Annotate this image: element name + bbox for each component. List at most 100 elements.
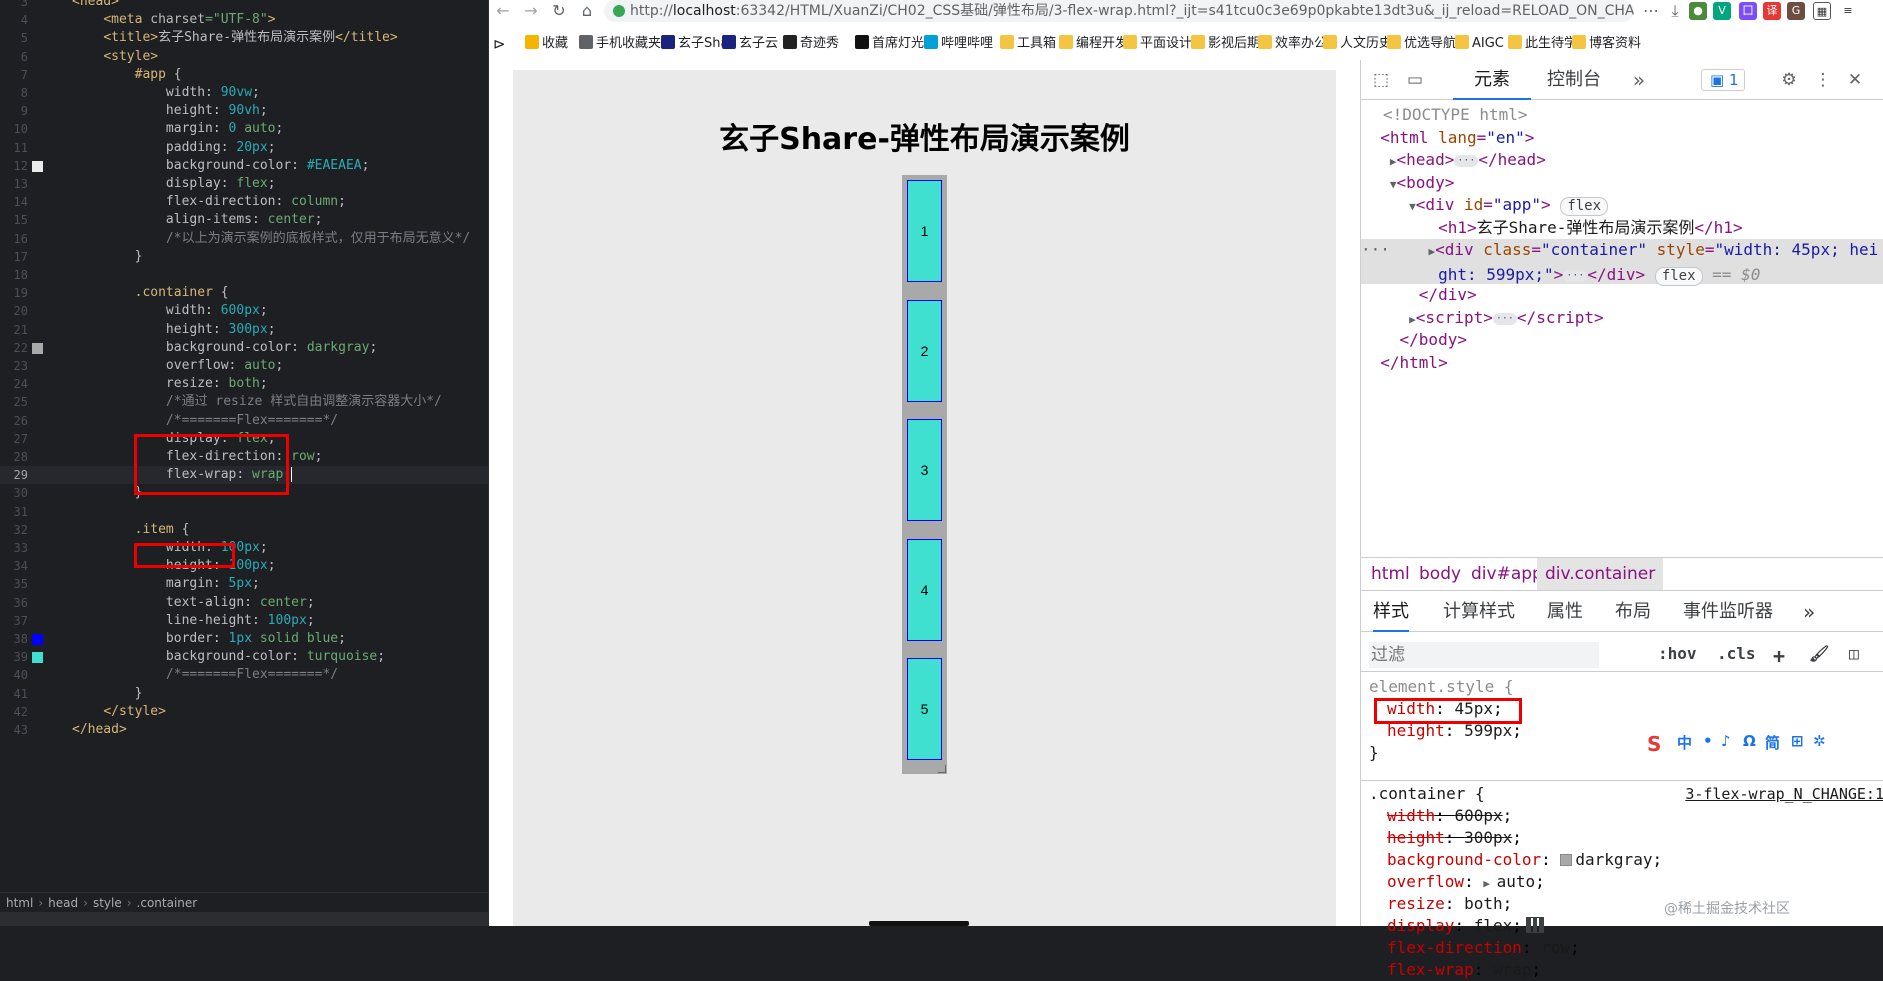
home-icon[interactable]: ⌂ — [575, 0, 599, 24]
crumb-html[interactable]: html — [1363, 558, 1418, 590]
tab-event-listeners[interactable]: 事件监听器 — [1683, 592, 1773, 632]
code-line[interactable]: 42 </style> — [0, 703, 488, 721]
code-line[interactable]: 7 #app { — [0, 66, 488, 84]
code-line[interactable]: 33 width: 100px; — [0, 539, 488, 557]
extension-red-icon[interactable]: 译 — [1763, 2, 1781, 20]
extension-globe-icon[interactable]: ● — [1689, 2, 1707, 20]
extension-purple-icon[interactable]: 囗 — [1739, 2, 1757, 20]
bookmark-link[interactable]: 哔哩哔哩 — [924, 32, 993, 56]
code-line[interactable]: 40 /*=======Flex=======*/ — [0, 666, 488, 684]
back-icon[interactable]: ← — [491, 0, 515, 24]
ime-mic-icon[interactable]: ♪ — [1721, 732, 1731, 750]
code-line[interactable]: 41 } — [0, 685, 488, 703]
extension-grid-icon[interactable]: ▦ — [1813, 2, 1831, 20]
css-declaration[interactable]: background-color: darkgray; — [1361, 849, 1883, 871]
device-toolbar-icon[interactable]: ▭ — [1405, 70, 1425, 90]
new-rule-icon[interactable]: + — [1773, 644, 1785, 668]
tab-console[interactable]: 控制台 — [1547, 60, 1601, 100]
styles-filter-input[interactable] — [1369, 642, 1599, 668]
bookmark-folder[interactable]: 影视后期 — [1191, 32, 1260, 56]
more-tabs-icon[interactable]: » — [1629, 70, 1649, 90]
code-line[interactable]: 16 /*以上为演示案例的底板样式，仅用于布局无意义*/ — [0, 230, 488, 248]
address-bar[interactable]: http://localhost:63342/HTML/XuanZi/CH02_… — [604, 0, 1634, 22]
bookmark-link[interactable]: 收藏 — [525, 32, 568, 56]
bookmark-link[interactable]: 手机收藏夹 — [579, 32, 661, 56]
editor-breadcrumb-item[interactable]: style — [93, 896, 122, 910]
dom-head[interactable]: ▶<head> ··· </head> — [1361, 149, 1883, 172]
more-tabs-icon[interactable]: » — [1803, 592, 1815, 632]
code-line[interactable]: 8 width: 90vw; — [0, 84, 488, 102]
dom-container-selected[interactable]: ··· ▶<div class="container" style="width… — [1361, 239, 1883, 286]
tab-layout[interactable]: 布局 — [1615, 592, 1651, 632]
css-declaration[interactable]: height: 300px; — [1361, 827, 1883, 849]
color-swatch-icon[interactable] — [32, 652, 43, 664]
editor-breadcrumb-item[interactable]: head — [48, 896, 78, 910]
css-declaration[interactable]: width: 600px; — [1361, 805, 1883, 827]
color-swatch-icon[interactable] — [32, 634, 43, 645]
toggle-sidebar-icon[interactable]: ◫ — [1849, 644, 1859, 663]
bookmark-folder[interactable]: 优选导航 — [1387, 32, 1456, 56]
ime-grid-icon[interactable]: ⊞ — [1791, 732, 1804, 750]
issues-badge[interactable]: ▣ 1 — [1701, 69, 1745, 91]
dom-app-close[interactable]: </div> — [1361, 284, 1883, 307]
bookmark-link[interactable]: 玄子Sha — [661, 32, 728, 56]
code-line[interactable]: 19 .container { — [0, 284, 488, 302]
ime-simplified-icon[interactable]: 简 — [1765, 732, 1780, 753]
css-declaration[interactable]: overflow: ▶ auto; — [1361, 871, 1883, 893]
code-line[interactable]: 6 <style> — [0, 48, 488, 66]
resize-handle-icon[interactable] — [938, 765, 946, 773]
code-line[interactable]: 37 line-height: 100px; — [0, 612, 488, 630]
crumb-container[interactable]: div.container — [1537, 558, 1664, 590]
color-swatch-icon[interactable] — [32, 160, 43, 172]
bookmark-folder[interactable]: 工具箱 — [1000, 32, 1056, 56]
dom-tree[interactable]: <!DOCTYPE html> <html lang="en"> ▶<head>… — [1361, 104, 1883, 544]
color-swatch-icon[interactable] — [32, 342, 43, 354]
code-line[interactable]: 14 flex-direction: column; — [0, 193, 488, 211]
crumb-body[interactable]: body — [1411, 558, 1469, 590]
ime-headset-icon[interactable]: Ω — [1743, 732, 1756, 750]
bookmark-folder[interactable]: 效率办公 — [1258, 32, 1327, 56]
code-line[interactable]: 36 text-align: center; — [0, 594, 488, 612]
bookmark-link[interactable]: 玄子云 — [722, 32, 778, 56]
more-dots-icon[interactable]: ⋯ — [1639, 0, 1663, 24]
code-line[interactable]: 5 <title>玄子Share-弹性布局演示案例</title> — [0, 29, 488, 47]
rule-source-link[interactable]: 3-flex-wrap_N_CHANGE:1 — [1685, 783, 1883, 805]
inspect-icon[interactable]: ⬚ — [1371, 70, 1391, 90]
reload-icon[interactable]: ↻ — [547, 0, 571, 24]
bookmark-link[interactable]: 首席灯光 — [855, 32, 924, 56]
code-line[interactable]: 3 <head> — [0, 0, 488, 11]
code-line[interactable]: 34 height: 100px; — [0, 557, 488, 575]
more-vert-icon[interactable]: ⋮ — [1813, 70, 1833, 90]
dom-body[interactable]: ▼<body> — [1361, 172, 1883, 195]
ime-settings-icon[interactable]: ✲ — [1813, 732, 1826, 750]
code-line[interactable]: 12 background-color: #EAEAEA; — [0, 157, 488, 175]
code-line[interactable]: 22 background-color: darkgray; — [0, 339, 488, 357]
code-line[interactable]: 10 margin: 0 auto; — [0, 120, 488, 138]
paint-brush-icon[interactable]: 🖌 — [1809, 644, 1829, 663]
dom-html[interactable]: <html lang="en"> — [1361, 127, 1883, 150]
code-line[interactable]: 4 <meta charset="UTF-8"> — [0, 11, 488, 29]
sogou-logo-icon[interactable]: S — [1647, 732, 1661, 756]
dom-doctype[interactable]: <!DOCTYPE html> — [1361, 104, 1883, 127]
dom-app[interactable]: ▼<div id="app"> flex — [1361, 194, 1883, 217]
css-declaration[interactable]: display: flex; — [1361, 915, 1883, 937]
bookmark-folder[interactable]: 编程开发 — [1059, 32, 1128, 56]
code-line[interactable]: 39 background-color: turquoise; — [0, 648, 488, 666]
css-declaration[interactable]: resize: both; — [1361, 893, 1883, 915]
code-line[interactable]: 35 margin: 5px; — [0, 575, 488, 593]
dom-h1[interactable]: <h1>玄子Share-弹性布局演示案例</h1> — [1361, 217, 1883, 240]
editor-breadcrumb-item[interactable]: html — [6, 896, 33, 910]
code-line[interactable]: 38 border: 1px solid blue; — [0, 630, 488, 648]
extension-v-icon[interactable]: V — [1713, 2, 1731, 20]
code-line[interactable]: 25 /*通过 resize 样式自由调整演示容器大小*/ — [0, 393, 488, 411]
tab-elements[interactable]: 元素 — [1453, 60, 1531, 100]
tab-computed[interactable]: 计算样式 — [1443, 592, 1515, 632]
forward-icon[interactable]: → — [519, 0, 543, 24]
code-line[interactable]: 13 display: flex; — [0, 175, 488, 193]
ime-punct-icon[interactable]: • — [1703, 732, 1713, 750]
css-declaration[interactable]: flex-wrap: wrap; — [1361, 959, 1883, 981]
bookmark-folder[interactable]: AIGC — [1455, 32, 1504, 56]
bookmark-folder[interactable]: 此生待学 — [1508, 32, 1577, 56]
code-line[interactable]: 31 — [0, 503, 488, 521]
flex-container[interactable]: 1 2 3 4 5 — [902, 175, 947, 774]
